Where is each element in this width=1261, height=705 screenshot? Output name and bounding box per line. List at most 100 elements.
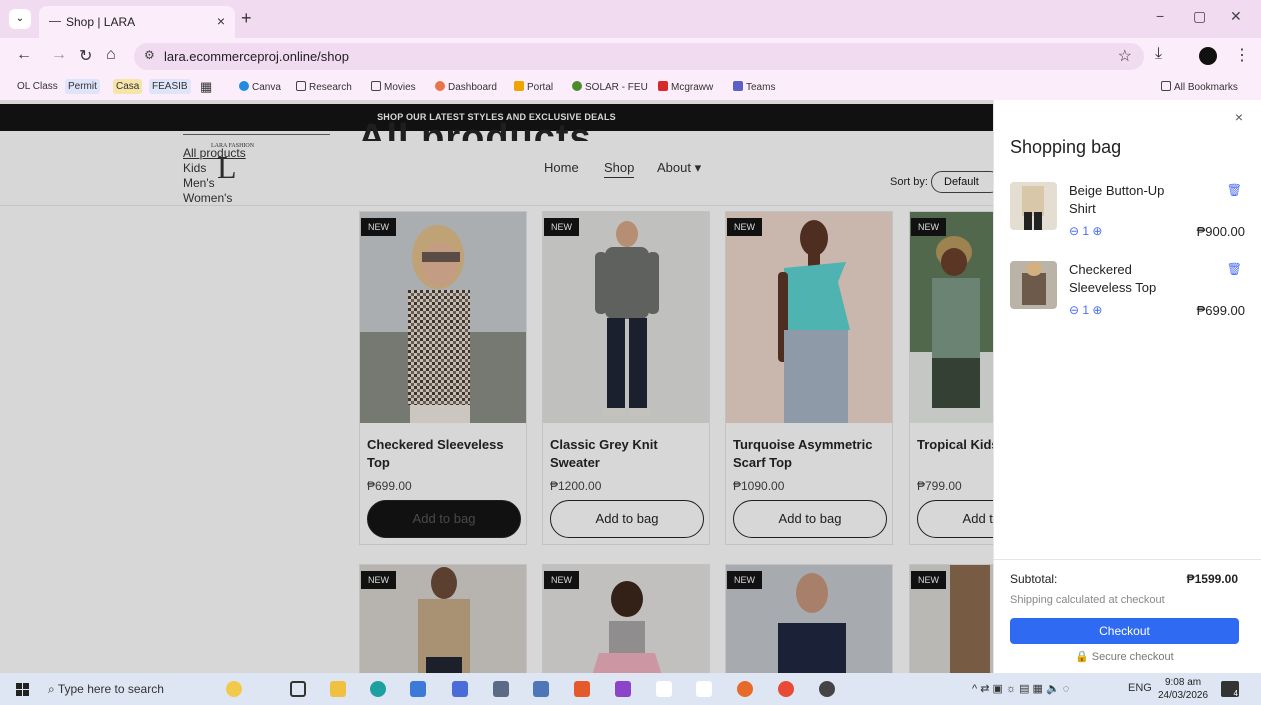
app-icon[interactable]: [410, 681, 426, 697]
bookmark-canva[interactable]: Canva: [236, 79, 284, 95]
tab-search-button[interactable]: ⌄: [9, 9, 31, 29]
bookmark-teams[interactable]: Teams: [730, 79, 778, 95]
folder-icon: [296, 81, 306, 91]
bookmark-label: Mcgraww: [671, 82, 714, 93]
tray-icons[interactable]: ^ ⇄ ▣ ☼ ▤ ▦ 🔈 ◌: [972, 682, 1069, 695]
subtotal-label: Subtotal:: [1010, 572, 1058, 586]
bookmark-label: Canva: [252, 82, 281, 93]
chrome-profile-icon[interactable]: [819, 681, 835, 697]
file-icon[interactable]: [696, 681, 712, 697]
apps-grid-icon[interactable]: ▦: [197, 77, 215, 97]
bookmark-feasib[interactable]: FEASIB: [149, 79, 191, 94]
brave-icon[interactable]: [574, 681, 590, 697]
forward-arrow-icon[interactable]: →: [51, 46, 67, 64]
bookmark-label: Movies: [384, 82, 416, 93]
maximize-button[interactable]: ▢: [1193, 8, 1206, 25]
trash-icon[interactable]: 🗑: [1227, 262, 1242, 276]
search-icon: ⌕: [48, 682, 58, 696]
bag-item: Beige Button-Up Shirt 🗑 ⊖ 1 ⊕ ₱900.00: [1010, 182, 1245, 252]
tab-title: Shop | LARA: [66, 15, 136, 29]
language-indicator[interactable]: ENG: [1128, 682, 1152, 694]
bag-item-price: ₱900.00: [1196, 224, 1245, 239]
new-tab-button[interactable]: +: [241, 8, 252, 29]
bookmark-label: All Bookmarks: [1174, 82, 1238, 93]
dashboard-icon: [435, 81, 445, 91]
quantity-stepper[interactable]: ⊖ 1 ⊕: [1069, 303, 1102, 317]
bookmark-mcgraww[interactable]: Mcgraww: [655, 79, 716, 95]
bookmark-label: Dashboard: [448, 82, 497, 93]
site-info-icon[interactable]: ⚙: [144, 48, 155, 62]
notification-icon[interactable]: 4: [1221, 681, 1239, 698]
all-bookmarks[interactable]: All Bookmarks: [1158, 79, 1241, 95]
bookmark-label: Teams: [746, 82, 776, 93]
address-bar[interactable]: ⚙ lara.ecommerceproj.online/shop ☆: [134, 43, 1144, 70]
taskbar-search[interactable]: ⌕ Type here to search: [48, 678, 208, 701]
divider: [994, 559, 1261, 560]
profile-avatar[interactable]: [1199, 47, 1217, 65]
bag-item-name[interactable]: Checkered Sleeveless Top: [1069, 261, 1189, 297]
bookmark-research[interactable]: Research: [293, 79, 355, 95]
reload-icon[interactable]: ↻: [79, 46, 92, 66]
edge-icon[interactable]: [370, 681, 386, 697]
bookmark-star-icon[interactable]: ☆: [1118, 46, 1132, 66]
bookmark-solar-feu[interactable]: SOLAR - FEU: [569, 79, 651, 95]
bookmark-portal[interactable]: Portal: [511, 79, 556, 95]
browser-menu-icon[interactable]: ⋮: [1234, 45, 1250, 65]
bookmark-casa[interactable]: Casa: [113, 79, 143, 94]
shopping-bag-drawer: × Shopping bag Beige Button-Up Shirt 🗑 ⊖…: [993, 100, 1261, 673]
bookmark-label: Research: [309, 82, 352, 93]
app-icon[interactable]: [615, 681, 631, 697]
clock-time: 9:08 am: [1164, 677, 1202, 688]
windows-start-icon[interactable]: [16, 683, 29, 696]
app-icon[interactable]: [533, 681, 549, 697]
file-icon[interactable]: [656, 681, 672, 697]
taskbar: ⌕ Type here to search ^ ⇄ ▣ ☼ ▤ ▦ 🔈 ◌ EN…: [0, 673, 1261, 705]
file-explorer-icon[interactable]: [330, 681, 346, 697]
drawer-title: Shopping bag: [1010, 137, 1122, 157]
clock-date: 24/03/2026: [1158, 690, 1209, 701]
chat-icon[interactable]: [452, 681, 468, 697]
url-text[interactable]: lara.ecommerceproj.online/shop: [164, 49, 349, 64]
bookmark-dashboard[interactable]: Dashboard: [432, 79, 500, 95]
tab-close-icon[interactable]: ×: [217, 13, 225, 29]
download-icon[interactable]: ⤓: [1155, 45, 1162, 63]
shop-page: SHOP OUR LATEST STYLES AND EXCLUSIVE DEA…: [0, 100, 1261, 673]
camera-icon[interactable]: [493, 681, 509, 697]
browser-toolbar: ← → ↻ ⌂ ⚙ lara.ecommerceproj.online/shop…: [0, 38, 1261, 74]
bookmarks-bar: OL Class Permit Casa FEASIB ▦ Canva Rese…: [0, 74, 1261, 100]
home-icon[interactable]: ⌂: [106, 46, 116, 64]
mcgraw-icon: [658, 81, 668, 91]
task-view-icon[interactable]: [290, 681, 306, 697]
search-placeholder: Type here to search: [57, 682, 164, 696]
clock[interactable]: 9:08 am 24/03/2026: [1158, 676, 1208, 702]
portal-icon: [514, 81, 524, 91]
folder-icon: [1161, 81, 1171, 91]
bookmark-label: SOLAR - FEU: [585, 82, 648, 93]
firefox-icon[interactable]: [737, 681, 753, 697]
bag-item-name[interactable]: Beige Button-Up Shirt: [1069, 182, 1189, 218]
window-close-button[interactable]: ✕: [1230, 8, 1242, 25]
cart-backdrop-overlay[interactable]: [0, 100, 993, 673]
minimize-button[interactable]: −: [1156, 8, 1164, 24]
back-arrow-icon[interactable]: ←: [16, 46, 32, 64]
canva-icon: [239, 81, 249, 91]
browser-tab-active[interactable]: Shop | LARA ×: [39, 6, 235, 38]
bookmark-movies[interactable]: Movies: [368, 79, 419, 95]
quantity-stepper[interactable]: ⊖ 1 ⊕: [1069, 224, 1102, 238]
bookmark-ol-class[interactable]: OL Class: [14, 79, 61, 94]
solar-icon: [572, 81, 582, 91]
subtotal-value: ₱1599.00: [1186, 572, 1238, 586]
checkout-button[interactable]: Checkout: [1010, 618, 1239, 644]
secure-checkout: 🔒 Secure checkout: [1075, 650, 1174, 663]
teams-icon: [733, 81, 743, 91]
bookmark-label: Portal: [527, 82, 554, 93]
close-icon[interactable]: ×: [1235, 109, 1243, 125]
bag-item-thumbnail: [1010, 261, 1057, 309]
secure-checkout-label: Secure checkout: [1091, 651, 1174, 663]
trash-icon[interactable]: 🗑: [1227, 183, 1242, 197]
chrome-icon[interactable]: [778, 681, 794, 697]
bookmark-permit[interactable]: Permit: [65, 79, 100, 94]
tab-favicon-icon: [49, 21, 61, 22]
shipping-note: Shipping calculated at checkout: [1010, 594, 1165, 606]
sparkle-icon[interactable]: [226, 681, 242, 697]
